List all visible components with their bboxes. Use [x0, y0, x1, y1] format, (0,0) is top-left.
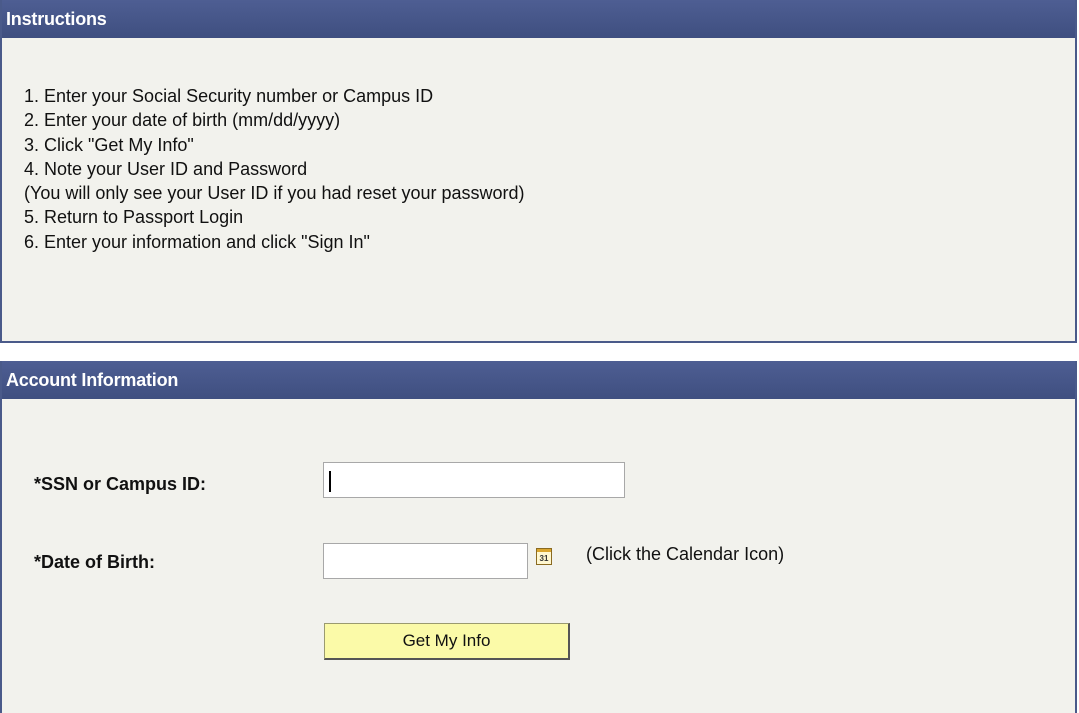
account-information-panel: Account Information: [0, 361, 1077, 713]
instruction-item: (You will only see your User ID if you h…: [24, 183, 525, 204]
get-my-info-button[interactable]: Get My Info: [324, 623, 570, 660]
account-information-header: Account Information: [2, 361, 1075, 399]
ssn-campus-id-input[interactable]: [323, 462, 625, 498]
instruction-item: 2. Enter your date of birth (mm/dd/yyyy): [24, 110, 341, 131]
ssn-label: *SSN or Campus ID:: [34, 474, 207, 494]
dob-label: *Date of Birth:: [34, 552, 155, 572]
date-of-birth-input[interactable]: [323, 543, 528, 579]
instructions-panel: Instructions 1. Enter your Social Securi…: [0, 0, 1077, 343]
instructions-list: 1. Enter your Social Security number or …: [24, 84, 525, 254]
instruction-item: 4. Note your User ID and Password: [24, 158, 308, 179]
text-cursor: [329, 471, 331, 492]
calendar-hint: (Click the Calendar Icon): [586, 544, 785, 564]
instruction-item: 5. Return to Passport Login: [24, 207, 244, 228]
calendar-icon[interactable]: 31: [536, 548, 552, 565]
instruction-item: 3. Click "Get My Info": [24, 134, 194, 155]
instructions-header: Instructions: [2, 0, 1075, 38]
instruction-item: 6. Enter your information and click "Sig…: [24, 231, 370, 252]
instruction-item: 1. Enter your Social Security number or …: [24, 86, 434, 106]
